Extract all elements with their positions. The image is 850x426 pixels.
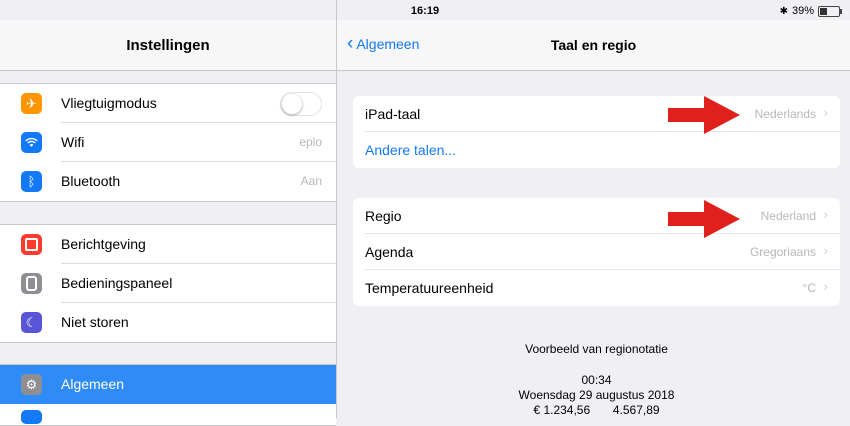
toggle-knob — [282, 94, 302, 114]
sidebar-item-do-not-disturb[interactable]: ☾ Niet storen — [0, 303, 336, 342]
chevron-right-icon: › — [823, 243, 828, 258]
sidebar-group-general: ⚙ Algemeen — [0, 364, 336, 426]
sidebar-item-wifi[interactable]: Wifi eplo — [0, 123, 336, 162]
sidebar-item-label: Wifi — [61, 134, 85, 150]
sidebar-item-notifications[interactable]: Berichtgeving — [0, 225, 336, 264]
airplane-icon: ✈ — [21, 93, 42, 114]
temperature-row[interactable]: Temperatuureenheid °C › — [353, 270, 840, 306]
sidebar-item-label: Niet storen — [61, 314, 129, 330]
page-title: Taal en regio — [550, 37, 637, 53]
gear-icon: ⚙ — [21, 374, 42, 395]
preview-currency: € 1.234,56 — [533, 403, 591, 417]
region-row[interactable]: Regio Nederland › — [353, 198, 840, 234]
display-icon — [21, 410, 42, 424]
sidebar-item-label: Vliegtuigmodus — [61, 95, 157, 111]
region-label: Regio — [365, 208, 402, 224]
ipad-language-label: iPad-taal — [365, 106, 421, 122]
chevron-right-icon: › — [823, 279, 828, 294]
bluetooth-value: Aan — [300, 174, 322, 188]
chevron-right-icon: › — [823, 105, 828, 120]
other-languages-row[interactable]: Andere talen... — [353, 132, 840, 168]
sidebar-title: Instellingen — [126, 37, 210, 54]
sidebar-item-partial[interactable] — [0, 404, 336, 424]
red-arrow-annotation — [668, 200, 740, 238]
sidebar-item-control-center[interactable]: Bedieningspaneel — [0, 264, 336, 303]
sidebar-item-airplane-mode[interactable]: ✈ Vliegtuigmodus — [0, 84, 336, 123]
wifi-icon — [21, 132, 42, 153]
settings-sidebar: Instellingen ✈ Vliegtuigmodus Wifi eplo … — [0, 0, 337, 426]
sidebar-item-label: Berichtgeving — [61, 236, 146, 252]
region-value: Nederland — [760, 209, 816, 223]
control-center-icon — [21, 273, 42, 294]
sidebar-item-general[interactable]: ⚙ Algemeen — [0, 365, 336, 404]
preview-date: Woensdag 29 augustus 2018 — [518, 388, 675, 402]
calendar-value: Gregoriaans — [749, 245, 816, 259]
red-arrow-annotation — [668, 96, 740, 134]
bluetooth-status-icon: ✱ — [779, 5, 788, 17]
language-group: iPad-taal Nederlands › Andere talen... — [353, 96, 840, 168]
preview-heading: Voorbeeld van regionotatie — [525, 342, 668, 356]
other-languages-link[interactable]: Andere talen... — [365, 142, 456, 158]
region-group: Regio Nederland › Agenda Gregoriaans › T… — [353, 198, 840, 306]
region-format-preview: Voorbeeld van regionotatie 00:34 Woensda… — [353, 342, 840, 420]
calendar-row[interactable]: Agenda Gregoriaans › — [353, 234, 840, 270]
preview-numbers: € 1.234,56 4.567,89 — [353, 403, 840, 417]
battery-percentage: 39% — [791, 5, 814, 17]
sidebar-item-bluetooth[interactable]: ᛒ Bluetooth Aan — [0, 162, 336, 201]
preview-time: 00:34 — [581, 373, 612, 387]
detail-header: ‹ Algemeen Taal en regio — [337, 20, 850, 71]
sidebar-header: Instellingen — [0, 20, 336, 71]
sidebar-item-label: Bluetooth — [61, 173, 121, 189]
wifi-glyph — [25, 137, 38, 147]
battery-icon — [818, 5, 842, 17]
calendar-label: Agenda — [365, 244, 414, 260]
airplane-mode-toggle[interactable] — [280, 92, 322, 116]
bluetooth-icon: ᛒ — [21, 171, 42, 192]
sidebar-group-notifications: Berichtgeving Bedieningspaneel ☾ Niet st… — [0, 224, 336, 343]
ipad-language-value: Nederlands — [754, 107, 816, 121]
ipad-language-row[interactable]: iPad-taal Nederlands › — [353, 96, 840, 132]
wifi-network-value: eplo — [299, 135, 322, 149]
sidebar-group-connectivity: ✈ Vliegtuigmodus Wifi eplo ᛒ Bluetooth A… — [0, 83, 336, 202]
chevron-right-icon: › — [823, 207, 828, 222]
battery-fill — [820, 7, 828, 15]
sidebar-item-label: Bedieningspaneel — [61, 275, 173, 291]
control-center-glyph — [26, 276, 37, 291]
notifications-icon — [21, 234, 42, 255]
temperature-label: Temperatuureenheid — [365, 280, 494, 296]
status-right: ✱ 39% — [779, 5, 842, 17]
notifications-glyph — [25, 238, 38, 251]
temperature-value: °C — [802, 281, 816, 295]
sidebar-item-label: Algemeen — [61, 376, 125, 392]
preview-number: 4.567,89 — [612, 403, 660, 417]
moon-icon: ☾ — [21, 312, 42, 333]
